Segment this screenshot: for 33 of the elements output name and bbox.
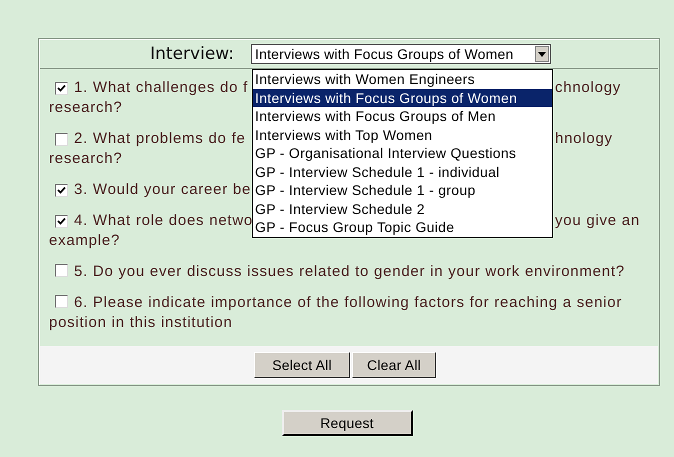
dropdown-option[interactable]: GP - Focus Group Topic Guide [253,218,552,236]
select-all-button[interactable]: Select All [254,352,350,378]
question-text: you give an [555,211,640,231]
dropdown-option[interactable]: GP - Interview Schedule 2 [253,200,552,218]
dropdown-option[interactable]: GP - Interview Schedule 1 - group [253,181,552,200]
checkbox[interactable] [55,264,68,277]
question-text: chnology [555,78,622,98]
question-text: 6. Please indicate importance of the following factors for reaching a senior position in this institution [49,293,624,333]
dropdown-option[interactable]: Interviews with Focus Groups of Women [253,88,552,107]
caret-icon[interactable] [535,46,549,62]
clear-all-button[interactable]: Clear All [352,352,436,378]
dropdown-option[interactable]: Interviews with Women Engineers [253,70,552,88]
dropdown-option[interactable]: Interviews with Focus Groups of Men [253,107,552,126]
question-text: research? [49,150,122,167]
interview-label: Interview: [149,44,234,64]
checkbox[interactable] [55,184,68,196]
request-button[interactable]: Request [282,410,412,436]
checkbox[interactable] [55,295,68,308]
checkbox[interactable] [55,214,68,228]
checkbox[interactable] [55,82,68,94]
dropdown-option[interactable]: Interviews with Top Women [253,126,552,144]
checkbox[interactable] [55,132,68,146]
question-text: 2. What problems do fe [74,129,246,149]
question-text: 1. What challenges do f [74,78,248,98]
question-text: hnology [555,129,613,149]
question-text: research? [49,99,122,116]
interview-dropdown[interactable]: Interviews with Focus Groups of Women [251,44,551,64]
question-text: 5. Do you ever discuss issues related to gender in your work environment? [49,262,625,282]
question-text: example? [49,232,120,249]
dropdown-option[interactable]: GP - Interview Schedule 1 - individual [253,162,552,181]
question-text: 3. Would your career be [74,180,252,200]
question-text: 4. What role does netwo [74,211,254,231]
dropdown-option[interactable]: GP - Organisational Interview Questions [253,144,552,162]
